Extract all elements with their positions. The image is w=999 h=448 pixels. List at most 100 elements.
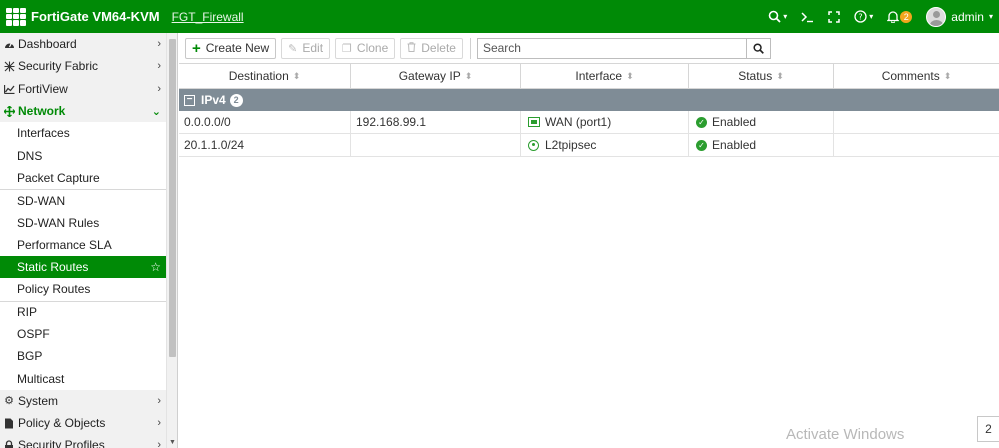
column-header-status[interactable]: Status ⬍ bbox=[689, 64, 834, 88]
edit-button[interactable]: ✎ Edit bbox=[281, 37, 331, 59]
sidebar-item-label: Packet Capture bbox=[17, 170, 100, 185]
sidebar-item-multicast[interactable]: Multicast bbox=[0, 367, 177, 390]
sidebar-item-interfaces[interactable]: Interfaces bbox=[0, 122, 177, 145]
interface-name: L2tpipsec bbox=[545, 138, 597, 152]
fortiview-icon bbox=[3, 84, 15, 94]
cli-console-button[interactable] bbox=[801, 11, 814, 23]
chevron-down-icon: ⌄ bbox=[151, 105, 161, 118]
status-text: Enabled bbox=[712, 138, 757, 152]
table-row[interactable]: 0.0.0.0/0 192.168.99.1 WAN (port1) ✓ Ena… bbox=[179, 111, 999, 134]
cell-destination: 0.0.0.0/0 bbox=[179, 111, 351, 133]
cell-comments bbox=[834, 111, 999, 133]
sidebar-item-label: Network bbox=[18, 104, 66, 119]
sidebar-item-static-routes[interactable]: Static Routes ☆ bbox=[0, 255, 177, 279]
column-header-comments[interactable]: Comments ⬍ bbox=[834, 64, 999, 88]
sidebar-item-label: Static Routes bbox=[17, 260, 89, 275]
status-text: Enabled bbox=[712, 115, 757, 129]
cell-comments bbox=[834, 134, 999, 156]
chevron-right-icon: › bbox=[157, 417, 161, 430]
sidebar-item-label: OSPF bbox=[17, 327, 50, 341]
scroll-down-arrow-icon[interactable]: ▼ bbox=[169, 439, 176, 446]
table-header: Destination ⬍ Gateway IP ⬍ Interface ⬍ Stat… bbox=[179, 63, 999, 89]
search-icon bbox=[768, 10, 781, 23]
group-count-badge: 2 bbox=[229, 93, 243, 107]
sidebar-scrollbar-thumb[interactable] bbox=[169, 39, 176, 357]
cli-console-icon bbox=[801, 11, 814, 22]
column-label: Gateway IP bbox=[398, 69, 461, 83]
sidebar-item-sd-wan-rules[interactable]: SD-WAN Rules bbox=[0, 211, 177, 234]
chevron-down-icon: ▾ bbox=[988, 12, 993, 21]
lock-icon bbox=[3, 440, 15, 448]
app-title: FortiGate VM64-KVM bbox=[31, 9, 160, 24]
sidebar-item-label: DNS bbox=[17, 148, 43, 163]
sidebar-item-label: SD-WAN Rules bbox=[17, 215, 100, 230]
notification-badge: 2 bbox=[900, 10, 913, 23]
help-button[interactable]: ? ▾ bbox=[854, 10, 873, 23]
column-header-gateway-ip[interactable]: Gateway IP ⬍ bbox=[351, 64, 521, 88]
cell-gateway-ip bbox=[351, 134, 521, 156]
cell-status: ✓ Enabled bbox=[689, 134, 834, 156]
group-row-ipv4[interactable]: − IPv4 2 bbox=[179, 89, 999, 111]
fortinet-logo[interactable]: FortiGate VM64-KVM bbox=[6, 7, 160, 26]
fullscreen-button[interactable] bbox=[828, 10, 841, 23]
collapse-icon[interactable]: − bbox=[184, 94, 195, 106]
sidebar-item-dns[interactable]: DNS bbox=[0, 144, 177, 167]
security-fabric-icon bbox=[3, 61, 15, 72]
sidebar-item-sd-wan[interactable]: SD-WAN bbox=[0, 189, 177, 212]
sidebar-item-dashboard[interactable]: Dashboard › bbox=[0, 33, 177, 56]
sidebar-item-policy-objects[interactable]: Policy & Objects › bbox=[0, 412, 177, 435]
search-input[interactable] bbox=[477, 38, 746, 58]
hostname-link[interactable]: FGT_Firewall bbox=[172, 10, 244, 24]
clone-icon: ❐ bbox=[342, 42, 352, 55]
sidebar-item-ospf[interactable]: OSPF bbox=[0, 322, 177, 346]
help-icon: ? bbox=[854, 10, 867, 23]
wan-port-icon bbox=[528, 117, 540, 127]
fullscreen-icon bbox=[828, 10, 841, 23]
column-label: Comments bbox=[881, 69, 940, 83]
sidebar-item-performance-sla[interactable]: Performance SLA bbox=[0, 233, 177, 256]
fortinet-logo-icon bbox=[6, 7, 26, 26]
bell-icon bbox=[887, 11, 900, 23]
edit-label: Edit bbox=[302, 41, 324, 55]
toolbar-divider bbox=[469, 37, 471, 59]
table-row[interactable]: 20.1.1.0/24 L2tpipsec ✓ Enabled bbox=[179, 134, 999, 157]
sidebar-item-system[interactable]: ⚙ System › bbox=[0, 389, 177, 413]
create-new-label: Create New bbox=[205, 41, 270, 55]
sidebar-item-network[interactable]: Network ⌄ bbox=[0, 99, 177, 123]
sort-icon: ⬍ bbox=[943, 70, 952, 81]
delete-label: Delete bbox=[421, 41, 456, 55]
sidebar-item-fortiview[interactable]: FortiView › bbox=[0, 77, 177, 100]
column-header-destination[interactable]: Destination ⬍ bbox=[179, 64, 351, 88]
trash-icon bbox=[407, 41, 416, 55]
chevron-right-icon: › bbox=[157, 394, 161, 407]
clone-label: Clone bbox=[356, 41, 389, 55]
group-label: IPv4 bbox=[201, 93, 226, 107]
column-header-interface[interactable]: Interface ⬍ bbox=[521, 64, 689, 88]
sidebar-item-security-fabric[interactable]: Security Fabric › bbox=[0, 55, 177, 78]
cell-interface: L2tpipsec bbox=[521, 134, 689, 156]
chevron-right-icon: › bbox=[157, 439, 161, 448]
sidebar-item-policy-routes[interactable]: Policy Routes bbox=[0, 278, 177, 301]
network-icon bbox=[3, 105, 15, 117]
sidebar-item-security-profiles[interactable]: Security Profiles › bbox=[0, 434, 177, 448]
activate-windows-watermark: Activate Windows bbox=[786, 426, 905, 443]
sidebar-item-bgp[interactable]: BGP bbox=[0, 345, 177, 368]
star-icon[interactable]: ☆ bbox=[150, 260, 161, 274]
search-button[interactable]: ▾ bbox=[768, 10, 787, 23]
search-icon bbox=[753, 42, 764, 54]
cell-gateway-ip: 192.168.99.1 bbox=[351, 111, 521, 133]
sidebar-item-rip[interactable]: RIP bbox=[0, 300, 177, 323]
sidebar-item-packet-capture[interactable]: Packet Capture bbox=[0, 166, 177, 190]
sidebar-scrollbar[interactable]: ▼ bbox=[166, 33, 177, 448]
search-submit-button[interactable] bbox=[745, 38, 770, 58]
main-content: + Create New ✎ Edit ❐ Clone Delete Desti… bbox=[179, 33, 999, 448]
create-new-button[interactable]: + Create New bbox=[185, 37, 277, 59]
delete-button[interactable]: Delete bbox=[400, 37, 463, 59]
sidebar-item-label: Multicast bbox=[17, 371, 65, 386]
notifications-button[interactable]: 2 bbox=[887, 10, 913, 23]
clone-button[interactable]: ❐ Clone bbox=[335, 37, 396, 59]
user-menu[interactable]: admin ▾ bbox=[926, 6, 993, 27]
chevron-right-icon: › bbox=[157, 60, 161, 73]
top-bar: FortiGate VM64-KVM FGT_Firewall ▾ ? ▾ 2 … bbox=[0, 0, 999, 33]
sidebar-item-label: Dashboard bbox=[18, 37, 77, 52]
